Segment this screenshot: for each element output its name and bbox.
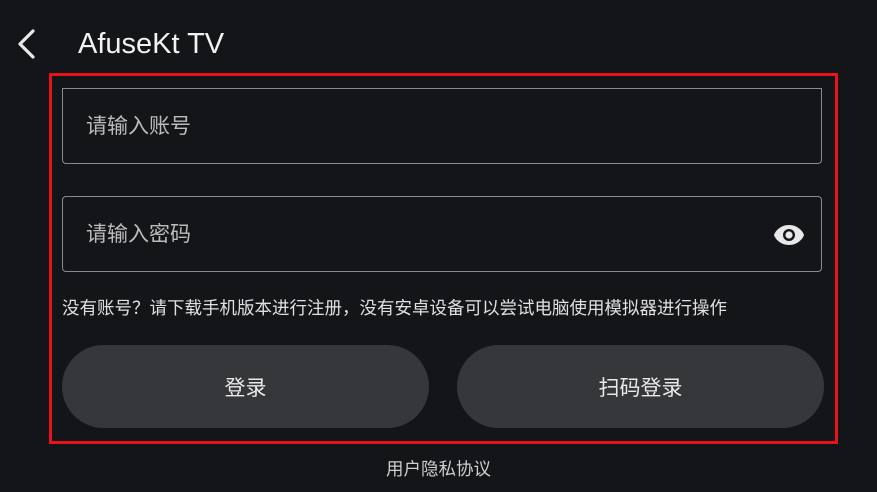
password-input[interactable] xyxy=(63,197,821,271)
register-hint: 没有账号？请下载手机版本进行注册，没有安卓设备可以尝试电脑使用模拟器进行操作 xyxy=(62,299,727,319)
login-page: AfuseKt TV 没有账号？请下载手机版本进行注册，没有安卓设备可以尝试电脑… xyxy=(0,0,877,492)
account-field xyxy=(62,88,822,164)
qr-login-button[interactable]: 扫码登录 xyxy=(457,345,824,428)
password-field xyxy=(62,196,822,272)
eye-icon xyxy=(774,225,804,245)
privacy-policy-link[interactable]: 用户隐私协议 xyxy=(0,456,877,484)
page-title: AfuseKt TV xyxy=(78,28,225,60)
back-button[interactable] xyxy=(10,24,42,64)
account-input[interactable] xyxy=(63,89,821,163)
chevron-left-icon xyxy=(18,29,35,59)
login-button[interactable]: 登录 xyxy=(62,345,429,428)
password-visibility-toggle[interactable] xyxy=(773,221,805,249)
